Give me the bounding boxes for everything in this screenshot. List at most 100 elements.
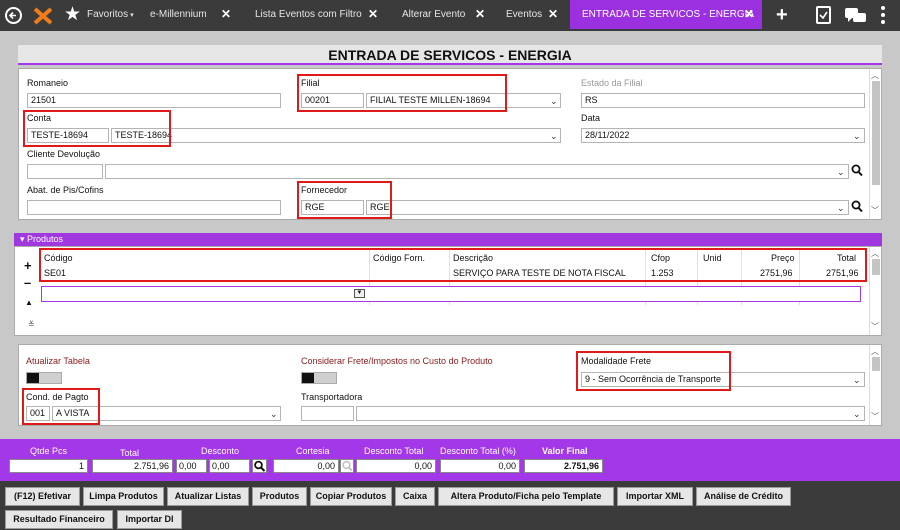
chevron-down-icon[interactable]: ⌄ bbox=[550, 131, 558, 142]
scroll-up-icon[interactable]: ︿ bbox=[871, 346, 879, 357]
close-icon[interactable]: ✕ bbox=[221, 0, 231, 29]
abat-field[interactable] bbox=[27, 200, 281, 215]
highlight-fornecedor bbox=[297, 181, 392, 219]
page-title-bar: ENTRADA DE SERVICOS - ENERGIA bbox=[18, 45, 882, 65]
transportadora-label: Transportadora bbox=[301, 392, 363, 402]
favorites-menu[interactable]: Favoritos ▾ bbox=[87, 0, 134, 29]
new-row[interactable]: ▼ bbox=[41, 286, 861, 302]
logo-icon bbox=[33, 7, 53, 25]
scroll-down-icon[interactable]: ﹀ bbox=[871, 205, 879, 216]
valor-final-value: 2.751,96 bbox=[524, 459, 603, 473]
importar-di-button[interactable]: Importar DI bbox=[117, 510, 182, 529]
close-icon[interactable]: ✕ bbox=[548, 0, 558, 29]
chevron-down-icon[interactable]: ⌄ bbox=[853, 409, 861, 420]
desconto-total-label: Desconto Total bbox=[364, 446, 424, 456]
tab-alterar-evento[interactable]: Alterar Evento ✕ bbox=[402, 0, 485, 29]
action-buttons-bar: (F12) Efetivar Limpa Produtos Atualizar … bbox=[0, 481, 900, 530]
scrollbar-thumb[interactable] bbox=[872, 357, 880, 371]
romaneio-field[interactable]: 21501 bbox=[27, 93, 281, 108]
chevron-down-icon[interactable]: ⌄ bbox=[837, 167, 845, 178]
cliente-devolucao-code-field[interactable] bbox=[27, 164, 103, 179]
desconto-pct-field[interactable]: 0,00 bbox=[176, 459, 207, 473]
back-icon[interactable] bbox=[5, 7, 22, 24]
scroll-up-icon[interactable]: ︿ bbox=[871, 248, 879, 259]
scrollbar-thumb[interactable] bbox=[872, 81, 880, 185]
highlight-conta bbox=[23, 110, 171, 147]
valor-final-label: Valor Final bbox=[542, 446, 588, 456]
produtos-header[interactable]: ▾ Produtos bbox=[14, 233, 882, 246]
importar-xml-button[interactable]: Importar XML bbox=[617, 487, 693, 506]
scroll-up-icon[interactable]: ︿ bbox=[871, 70, 879, 81]
copiar-produtos-button[interactable]: Copiar Produtos bbox=[310, 487, 392, 506]
desconto-label: Desconto bbox=[201, 446, 240, 456]
caixa-button[interactable]: Caixa bbox=[395, 487, 435, 506]
highlight-cond-pagto bbox=[22, 388, 100, 425]
search-icon[interactable] bbox=[252, 459, 267, 473]
remove-row-icon[interactable]: – bbox=[24, 276, 31, 289]
scroll-down-icon[interactable]: ﹀ bbox=[871, 321, 879, 332]
close-icon[interactable]: ✕ bbox=[475, 0, 485, 29]
collapse-icon[interactable]: ▾ bbox=[20, 234, 27, 244]
efetivar-button[interactable]: (F12) Efetivar bbox=[5, 487, 80, 506]
star-icon[interactable]: ★ bbox=[64, 4, 81, 25]
qtde-pcs-label: Qtde Pcs bbox=[30, 446, 68, 456]
chat-icon[interactable] bbox=[845, 8, 867, 26]
tab-e-millennium[interactable]: e-Millennium ✕ bbox=[150, 0, 231, 29]
close-icon[interactable]: ✕ bbox=[368, 0, 378, 29]
dropdown-button[interactable]: ▼ bbox=[354, 289, 365, 298]
limpa-produtos-button[interactable]: Limpa Produtos bbox=[83, 487, 164, 506]
tab-entrada-servicos[interactable]: ENTRADA DE SERVICOS - ENERGIA ✕ bbox=[570, 0, 762, 29]
chevron-down-icon[interactable]: ⌄ bbox=[853, 375, 861, 386]
add-row-icon[interactable]: + bbox=[24, 259, 32, 272]
estado-filial-field: RS bbox=[581, 93, 865, 108]
more-menu-icon[interactable] bbox=[881, 6, 885, 26]
chevron-down-icon[interactable]: ⌄ bbox=[853, 131, 861, 142]
total-label: Total bbox=[120, 448, 140, 458]
estado-filial-label: Estado da Filial bbox=[581, 78, 643, 88]
transportadora-code-field[interactable] bbox=[301, 406, 354, 421]
page-title: ENTRADA DE SERVICOS - ENERGIA bbox=[328, 47, 572, 63]
atualizar-listas-button[interactable]: Atualizar Listas bbox=[167, 487, 249, 506]
clipboard-icon[interactable] bbox=[816, 6, 831, 24]
desconto-value-field[interactable]: 0,00 bbox=[209, 459, 250, 473]
scrollbar-thumb[interactable] bbox=[872, 259, 880, 275]
resultado-financeiro-button[interactable]: Resultado Financeiro bbox=[5, 510, 113, 529]
tab-eventos[interactable]: Eventos ✕ bbox=[506, 0, 558, 29]
cliente-devolucao-label: Cliente Devolução bbox=[27, 149, 101, 159]
top-bar: ★ Favoritos ▾ e-Millennium ✕ Lista Event… bbox=[0, 0, 900, 31]
data-field[interactable]: 28/11/2022 bbox=[581, 128, 865, 143]
close-icon[interactable]: ✕ bbox=[744, 0, 754, 29]
scroll-down-icon[interactable]: ﹀ bbox=[871, 411, 879, 422]
chevron-down-icon[interactable]: ⌄ bbox=[270, 409, 278, 420]
total-value: 2.751,96 bbox=[92, 459, 173, 473]
produtos-scrollbar[interactable]: ︿ ﹀ bbox=[869, 247, 881, 335]
tab-lista-eventos[interactable]: Lista Eventos com Filtro ✕ bbox=[255, 0, 378, 29]
conta-name-field[interactable]: TESTE-18694 bbox=[111, 128, 561, 143]
search-icon[interactable] bbox=[851, 164, 863, 179]
highlight-modalidade-frete bbox=[576, 351, 731, 391]
cliente-devolucao-name-field[interactable] bbox=[105, 164, 849, 179]
produtos-panel: + – ▲ ≚ Código Código Forn. Descrição Cf… bbox=[14, 246, 882, 336]
chevron-down-icon[interactable]: ⌄ bbox=[550, 96, 558, 107]
analise-credito-button[interactable]: Análise de Crédito bbox=[696, 487, 791, 506]
header-form-panel: Romaneio 21501 Filial 00201 FILIAL TESTE… bbox=[18, 68, 882, 220]
considerar-frete-label: Considerar Frete/Impostos no Custo do Pr… bbox=[301, 356, 493, 366]
transportadora-name-field[interactable] bbox=[356, 406, 865, 421]
lower-scrollbar[interactable]: ︿ ﹀ bbox=[869, 345, 881, 425]
cortesia-label: Cortesia bbox=[296, 446, 330, 456]
search-icon[interactable] bbox=[851, 200, 863, 215]
produtos-button[interactable]: Produtos bbox=[252, 487, 307, 506]
considerar-frete-toggle[interactable] bbox=[301, 372, 337, 384]
atualizar-tabela-toggle[interactable] bbox=[26, 372, 62, 384]
expand-rows-icon[interactable]: ≚ bbox=[28, 320, 35, 329]
cortesia-value[interactable]: 0,00 bbox=[273, 459, 339, 473]
altera-produto-template-button[interactable]: Altera Produto/Ficha pelo Template bbox=[438, 487, 614, 506]
chevron-down-icon[interactable]: ⌄ bbox=[837, 203, 845, 214]
fornecedor-name-field[interactable]: RGE bbox=[366, 200, 849, 215]
cortesia-search-icon[interactable] bbox=[340, 459, 354, 473]
move-up-icon[interactable]: ▲ bbox=[25, 298, 33, 307]
add-tab-icon[interactable]: + bbox=[776, 5, 788, 25]
desconto-total-pct-value: 0,00 bbox=[440, 459, 520, 473]
romaneio-label: Romaneio bbox=[27, 78, 69, 88]
form-scrollbar[interactable]: ︿ ﹀ bbox=[869, 69, 881, 219]
